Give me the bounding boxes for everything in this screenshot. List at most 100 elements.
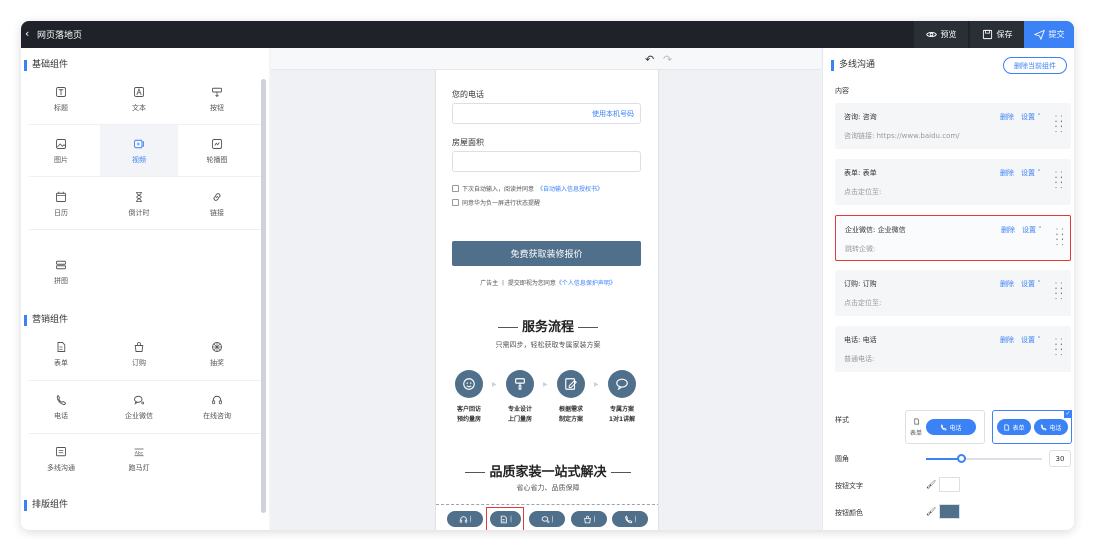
save-button[interactable]: 保存 — [970, 21, 1024, 48]
paint-bucket-icon: 🖌 — [926, 507, 937, 516]
component-form[interactable]: 表单 — [22, 328, 100, 380]
component-label: 图片 — [54, 155, 68, 164]
submit-button[interactable]: 提交 — [1024, 21, 1074, 48]
radius-slider-fill — [926, 458, 961, 460]
chevron-left-icon[interactable]: ‹ — [25, 27, 29, 40]
component-link[interactable]: 链接 — [178, 178, 256, 230]
wecom-icon — [134, 395, 145, 405]
auto-fill-checkbox[interactable]: 下次自动输入，阅读并同意 《自动输入信息授权书》 — [452, 184, 603, 193]
settings-link[interactable]: 设置 ˅ — [1021, 335, 1041, 345]
privacy-link[interactable]: 《个人信息保护声明》 — [556, 280, 616, 287]
use-local-number-link[interactable]: 使用本机号码 — [592, 109, 634, 119]
save-label: 保存 — [996, 30, 1013, 39]
redo-icon[interactable]: ↷ — [663, 53, 672, 66]
style-option-1[interactable]: 表单 电话 — [905, 410, 985, 444]
color-swatch[interactable] — [939, 504, 961, 519]
flow-step-label: 专属方案 1对1讲解 — [608, 406, 636, 423]
button-color-label: 按钮颜色 — [835, 509, 863, 517]
left-scrollbar[interactable] — [261, 79, 266, 513]
component-text[interactable]: 文本 — [100, 73, 178, 125]
settings-link[interactable]: 设置 ˅ — [1021, 279, 1041, 289]
button-text-label: 按钮文字 — [835, 482, 863, 490]
delete-link[interactable]: 删除 — [1000, 335, 1014, 345]
component-rect[interactable] — [100, 514, 178, 530]
preview-button[interactable]: 预览 — [914, 21, 968, 48]
drag-handle-icon[interactable]: ⸬ ⸬ ⸬ — [1056, 229, 1064, 248]
marketing-components-title: 营销组件 — [24, 315, 68, 326]
drag-handle-icon[interactable]: ⸬ ⸬ ⸬ — [1055, 172, 1063, 191]
divider — [29, 176, 261, 177]
delete-link[interactable]: 删除 — [1001, 225, 1015, 235]
eye-icon — [925, 31, 937, 38]
arrow-right-icon: ▶ — [543, 381, 548, 388]
component-lottery[interactable]: 抽奖 — [178, 328, 256, 380]
settings-link[interactable]: 设置 ˅ — [1021, 168, 1041, 178]
edit-icon — [557, 370, 585, 398]
bottom-order-button[interactable]: ⸽ — [571, 511, 607, 527]
area-input[interactable] — [452, 151, 641, 172]
service-flow-heading: 服务流程 — [436, 316, 658, 335]
component-label: 视频 — [132, 155, 146, 164]
component-countdown[interactable]: 倒计时 — [100, 178, 178, 230]
delete-link[interactable]: 删除 — [1000, 112, 1014, 122]
radius-value-input[interactable]: 30 — [1049, 450, 1071, 467]
save-icon — [982, 29, 992, 40]
bottom-phone-button[interactable]: ⸽ — [612, 511, 648, 527]
delete-link[interactable]: 删除 — [1000, 279, 1014, 289]
settings-link[interactable]: 设置 ˅ — [1021, 112, 1041, 122]
component-multiline[interactable]: 多线沟通 — [22, 433, 100, 485]
drag-handle-icon[interactable]: ⸬ ⸬ ⸬ — [1055, 339, 1063, 358]
radius-slider-handle[interactable] — [956, 454, 966, 463]
color-swatch[interactable] — [939, 477, 961, 492]
image-icon — [56, 138, 66, 149]
heading-text: 服务流程 — [521, 320, 574, 335]
component-label: 日历 — [54, 208, 68, 217]
channel-detail: 点击定位至: — [844, 188, 882, 196]
settings-link[interactable]: 设置 ˅ — [1022, 225, 1042, 235]
delete-link[interactable]: 删除 — [1000, 168, 1014, 178]
layout-components-title: 排版组件 — [24, 500, 68, 511]
component-online-consult[interactable]: 在线咨询 — [178, 381, 256, 433]
component-order[interactable]: 订购 — [100, 328, 178, 380]
delete-component-button[interactable]: 删除当前组件 — [1003, 57, 1067, 74]
component-column[interactable] — [22, 514, 100, 530]
channel-card: 电话: 电话 普通电话: 删除 设置 ˅ ⸬ ⸬ ⸬ — [835, 326, 1071, 372]
style-option-2[interactable]: ✓ 表单 电话 — [992, 410, 1072, 444]
status-reminder-checkbox[interactable]: 同意华为负一屏进行状态提醒 — [452, 198, 540, 207]
component-phone[interactable]: 电话 — [22, 381, 100, 433]
checkbox-box[interactable] — [452, 185, 459, 192]
channel-name: 企业微信: 企业微信 — [845, 226, 906, 234]
page-title: 网页落地页 — [37, 31, 83, 41]
component-image[interactable]: 图片 — [22, 125, 100, 177]
undo-icon[interactable]: ↶ — [645, 53, 654, 66]
bag-icon — [134, 341, 144, 352]
bottom-consult-button[interactable]: ⸽ — [447, 511, 483, 527]
button-text-color-picker[interactable]: 🖌 — [926, 477, 961, 492]
component-video[interactable]: 视频 — [100, 125, 178, 177]
component-button[interactable]: 按钮 — [178, 73, 256, 125]
quality-subtitle: 省心省力、品质保障 — [516, 484, 580, 492]
component-carousel[interactable]: 轮播图 — [178, 125, 256, 177]
component-puzzle[interactable]: 拼图 — [22, 246, 100, 298]
get-quote-button[interactable]: 免费获取装修报价 — [452, 241, 641, 266]
channel-detail: 普通电话: — [844, 355, 875, 363]
drag-handle-icon[interactable]: ⸬ ⸬ ⸬ — [1055, 116, 1063, 135]
phone-icon — [941, 423, 948, 431]
marquee-icon: Abc — [134, 448, 144, 456]
flow-step-label: 专业设计 上门量房 — [507, 406, 532, 423]
checkbox-box[interactable] — [452, 199, 459, 206]
component-marquee[interactable]: Abc 跑马灯 — [100, 433, 178, 485]
authorization-link[interactable]: 《自动输入信息授权书》 — [537, 184, 603, 193]
flow-step-label: 根据需求 制定方案 — [558, 406, 583, 423]
bottom-wecom-button[interactable]: ⸽ — [529, 511, 565, 527]
component-title[interactable]: 标题 — [22, 73, 100, 125]
channel-name: 电话: 电话 — [844, 336, 877, 344]
component-wecom[interactable]: 企业微信 — [100, 381, 178, 433]
bag-icon — [583, 515, 591, 523]
component-calendar[interactable]: 日历 — [22, 178, 100, 230]
button-color-picker[interactable]: 🖌 — [926, 504, 961, 519]
drag-handle-icon[interactable]: ⸬ ⸬ ⸬ — [1055, 283, 1063, 302]
puzzle-icon — [56, 260, 66, 269]
form-icon — [914, 418, 920, 425]
phone-input[interactable]: 使用本机号码 — [452, 103, 641, 124]
